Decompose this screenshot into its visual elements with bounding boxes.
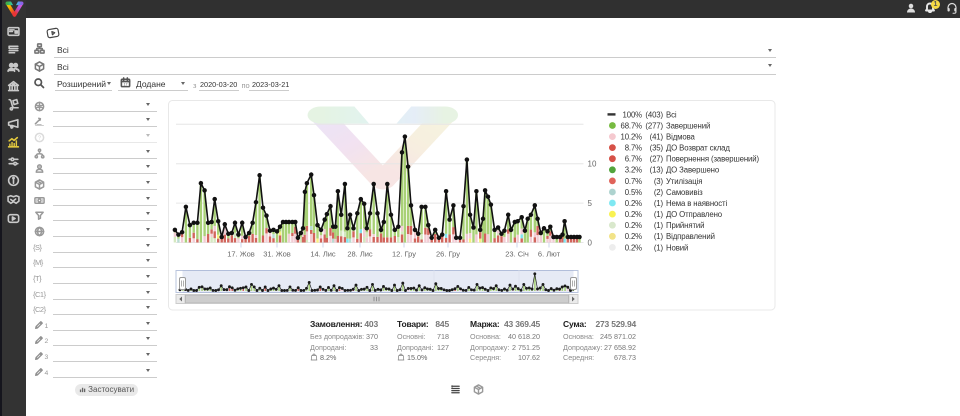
svg-text:Нема в наявності: Нема в наявності [666, 199, 727, 208]
svg-text:17: 17 [123, 82, 127, 86]
svg-text:100%: 100% [623, 110, 643, 119]
svg-text:14. Лис: 14. Лис [310, 250, 336, 259]
svg-text:Відмова: Відмова [666, 133, 696, 142]
svg-text:Новий: Новий [666, 243, 688, 252]
svg-text:10: 10 [588, 160, 597, 169]
svg-text:(2): (2) [654, 188, 664, 197]
svg-text:6.7%: 6.7% [625, 155, 642, 164]
svg-text:17. Жов: 17. Жов [227, 250, 255, 259]
svg-text:(3): (3) [654, 177, 664, 186]
svg-text:Повернення (завершений): Повернення (завершений) [666, 155, 760, 164]
svg-text:0.2%: 0.2% [625, 221, 642, 230]
svg-text:Самовивіз: Самовивіз [666, 188, 703, 197]
svg-text:ДО Отправлено: ДО Отправлено [666, 210, 723, 219]
svg-text:Відправлений: Відправлений [666, 232, 715, 241]
svg-text:(277): (277) [645, 121, 663, 130]
svg-text:(41): (41) [650, 133, 664, 142]
svg-text:5: 5 [588, 199, 593, 208]
svg-text:(1): (1) [654, 210, 664, 219]
svg-text:ДО Возврат склад: ДО Возврат склад [666, 144, 730, 153]
svg-text:10.2%: 10.2% [620, 133, 642, 142]
svg-text:68.7%: 68.7% [620, 121, 642, 130]
svg-text:(1): (1) [654, 232, 664, 241]
svg-text:0.2%: 0.2% [625, 210, 642, 219]
svg-text:12. Гру: 12. Гру [392, 250, 416, 259]
svg-text:(13): (13) [650, 166, 664, 175]
svg-text:6. Лют: 6. Лют [538, 250, 561, 259]
svg-text:Утилізація: Утилізація [666, 177, 702, 186]
svg-text:ДО Завершено: ДО Завершено [666, 166, 720, 175]
svg-text:0: 0 [588, 239, 593, 248]
svg-text:26. Гру: 26. Гру [436, 250, 460, 259]
svg-text:0.2%: 0.2% [625, 243, 642, 252]
svg-text:0.7%: 0.7% [625, 177, 642, 186]
svg-text:?: ? [38, 135, 41, 141]
svg-text:8.7%: 8.7% [625, 144, 642, 153]
svg-text:23. Січ: 23. Січ [505, 250, 529, 259]
svg-text:0.2%: 0.2% [625, 232, 642, 241]
svg-text:3.2%: 3.2% [625, 166, 642, 175]
svg-text:0.5%: 0.5% [625, 188, 642, 197]
svg-text:31. Жов: 31. Жов [263, 250, 291, 259]
svg-text:Прийнятий: Прийнятий [666, 221, 704, 230]
svg-text:(1): (1) [654, 199, 664, 208]
svg-text:Всі: Всі [666, 110, 677, 119]
svg-text:28. Лис: 28. Лис [347, 250, 373, 259]
svg-text:(403): (403) [645, 110, 663, 119]
svg-text:Завершений: Завершений [666, 121, 710, 130]
svg-text:(1): (1) [654, 221, 664, 230]
svg-text:(1): (1) [654, 243, 664, 252]
svg-text:(27): (27) [650, 155, 664, 164]
svg-text:0.2%: 0.2% [625, 199, 642, 208]
svg-text:(35): (35) [650, 144, 664, 153]
